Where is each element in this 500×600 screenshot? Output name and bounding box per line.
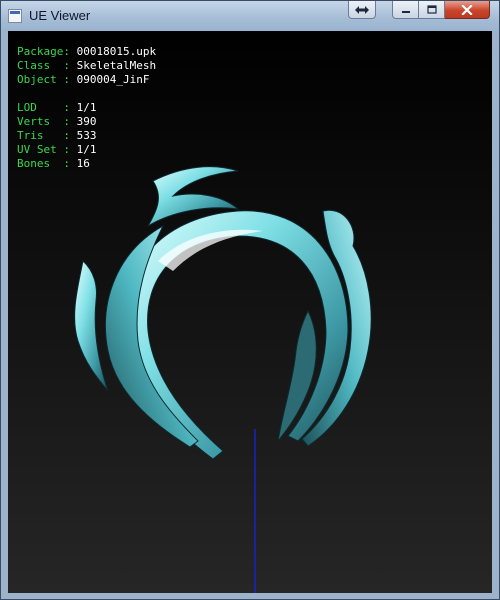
minimize-button[interactable] <box>392 1 419 19</box>
mesh-left-flame <box>74 260 109 392</box>
ue-viewer-icon <box>8 9 22 23</box>
switch-button[interactable] <box>348 1 376 19</box>
maximize-button[interactable] <box>419 1 445 19</box>
maximize-icon <box>426 4 437 14</box>
app-window: UE Viewer Package: 00018015.upk Class: … <box>0 0 500 600</box>
mesh-render <box>74 166 372 593</box>
title-bar[interactable]: UE Viewer <box>1 1 499 31</box>
window-title: UE Viewer <box>29 8 91 23</box>
minimize-icon <box>401 10 410 13</box>
close-icon <box>461 4 473 15</box>
switch-arrows-icon <box>355 5 369 14</box>
3d-viewport[interactable]: Package: 00018015.upk Class : SkeletalMe… <box>8 31 492 593</box>
close-button[interactable] <box>445 1 490 19</box>
